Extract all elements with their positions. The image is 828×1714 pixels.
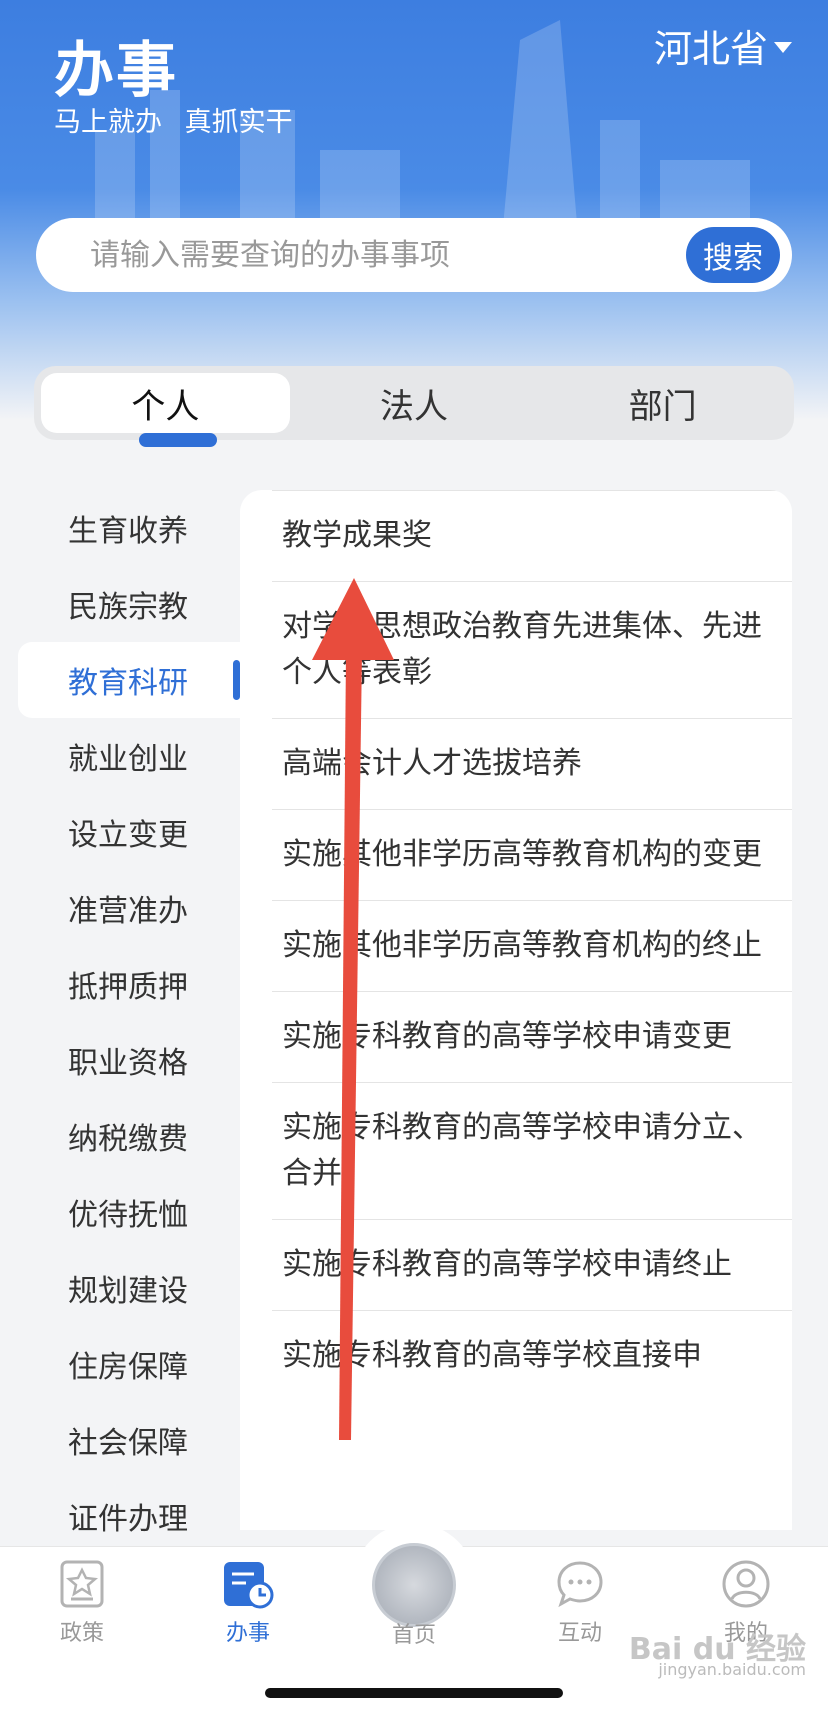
sidebar-item[interactable]: 纳税缴费: [0, 1098, 240, 1174]
sidebar-item-label: 设立变更: [68, 818, 188, 853]
category-sidebar: 生育收养民族宗教教育科研就业创业设立变更准营准办抵押质押职业资格纳税缴费优待抚恤…: [0, 490, 240, 1554]
sidebar-item[interactable]: 优待抚恤: [0, 1174, 240, 1250]
sidebar-item[interactable]: 就业创业: [0, 718, 240, 794]
sidebar-item-label: 抵押质押: [68, 970, 188, 1005]
sidebar-item[interactable]: 生育收养: [0, 490, 240, 566]
slogan: 马上就办 真抓实干: [54, 107, 293, 138]
sidebar-item[interactable]: 职业资格: [0, 1022, 240, 1098]
tab-active-indicator: [139, 433, 217, 447]
sidebar-item[interactable]: 教育科研: [18, 642, 240, 718]
nav-policy[interactable]: 政策: [22, 1559, 142, 1647]
list-item[interactable]: 实施其他非学历高等教育机构的终止: [272, 900, 792, 991]
search-input[interactable]: [36, 237, 686, 273]
search-button[interactable]: 搜索: [686, 227, 780, 283]
home-indicator-bar: [265, 1688, 563, 1698]
list-item[interactable]: 对学校思想政治教育先进集体、先进个人等表彰: [272, 581, 792, 718]
chat-icon: [557, 1561, 603, 1608]
sidebar-item[interactable]: 规划建设: [0, 1250, 240, 1326]
service-list-panel: 教学成果奖 对学校思想政治教育先进集体、先进个人等表彰 高端会计人才选拔培养 实施其他…: [240, 490, 792, 1530]
sidebar-item-label: 准营准办: [68, 894, 188, 929]
province-selector[interactable]: 河北省: [654, 18, 792, 73]
sidebar-item-label: 教育科研: [68, 666, 188, 701]
watermark-brand: Bai du 经验: [628, 1632, 806, 1667]
list-item[interactable]: 实施专科教育的高等学校申请分立、合并: [272, 1082, 792, 1219]
sidebar-item[interactable]: 设立变更: [0, 794, 240, 870]
header-banner: 办事 马上就办 真抓实干 河北省: [0, 0, 828, 420]
active-marker: [233, 660, 240, 700]
sidebar-item-label: 证件办理: [68, 1502, 188, 1537]
nav-label: 互动: [557, 1621, 602, 1646]
tab-label: 法人: [380, 386, 448, 427]
watermark: Bai du 经验 jingyan.baidu.com: [628, 1632, 806, 1680]
sidebar-item-label: 职业资格: [68, 1046, 188, 1081]
affairs-icon: [224, 1562, 274, 1609]
sidebar-item[interactable]: 民族宗教: [0, 566, 240, 642]
policy-icon: [60, 1560, 104, 1608]
sidebar-item-label: 规划建设: [68, 1274, 188, 1309]
sidebar-item-label: 生育收养: [68, 514, 188, 549]
list-item[interactable]: 实施专科教育的高等学校申请变更: [272, 991, 792, 1082]
tab-label: 部门: [628, 386, 697, 427]
tab-personal[interactable]: 个人: [41, 373, 290, 447]
tab-label: 个人: [131, 386, 200, 427]
list-item[interactable]: 实施专科教育的高等学校直接申: [272, 1310, 792, 1401]
nav-affairs[interactable]: 办事: [188, 1559, 308, 1647]
list-item[interactable]: 实施专科教育的高等学校申请终止: [272, 1219, 792, 1310]
user-icon: [722, 1560, 770, 1608]
sidebar-item-label: 社会保障: [68, 1426, 188, 1461]
search-bar: 搜索: [36, 218, 792, 292]
tab-department[interactable]: 部门: [538, 373, 787, 433]
sidebar-item[interactable]: 住房保障: [0, 1326, 240, 1402]
nav-interaction[interactable]: 互动: [520, 1559, 640, 1647]
nav-home-label[interactable]: 首页: [354, 1617, 474, 1649]
nav-label: 政策: [59, 1621, 104, 1646]
emblem-icon[interactable]: [372, 1543, 456, 1627]
sidebar-item[interactable]: 证件办理: [0, 1478, 240, 1554]
list-item[interactable]: 教学成果奖: [272, 490, 792, 581]
page-title: 办事: [54, 36, 178, 106]
caret-down-icon: [774, 42, 792, 53]
sidebar-item-label: 纳税缴费: [68, 1122, 188, 1157]
nav-label: 办事: [225, 1621, 270, 1646]
sidebar-item-label: 住房保障: [68, 1350, 188, 1385]
sidebar-item[interactable]: 社会保障: [0, 1402, 240, 1478]
tab-bar: 个人 法人 部门: [34, 366, 794, 447]
list-item[interactable]: 高端会计人才选拔培养: [272, 718, 792, 809]
sidebar-item[interactable]: 准营准办: [0, 870, 240, 946]
sidebar-item-label: 就业创业: [68, 742, 188, 777]
sidebar-item[interactable]: 抵押质押: [0, 946, 240, 1022]
province-label: 河北省: [653, 27, 768, 71]
sidebar-item-label: 优待抚恤: [68, 1198, 188, 1233]
tab-legal-person[interactable]: 法人: [290, 373, 539, 433]
list-item[interactable]: 实施其他非学历高等教育机构的变更: [272, 809, 792, 900]
sidebar-item-label: 民族宗教: [68, 590, 188, 625]
